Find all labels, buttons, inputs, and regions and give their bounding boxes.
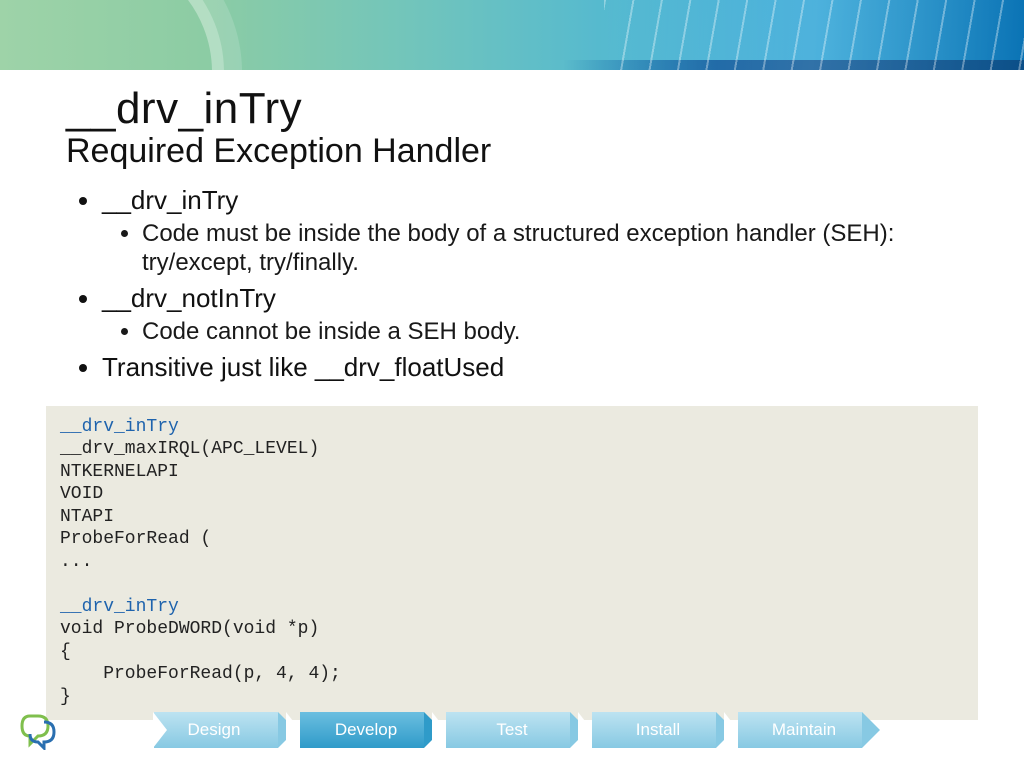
code-line: ProbeForRead ( (60, 529, 211, 549)
code-annotation-1: __drv_inTry (60, 417, 179, 437)
step-design: Design (154, 712, 278, 748)
code-line: VOID (60, 484, 103, 504)
code-line: { (60, 642, 71, 662)
code-block: __drv_inTry __drv_maxIRQL(APC_LEVEL) NTK… (46, 406, 978, 721)
code-line: ProbeForRead(p, 4, 4); (60, 664, 341, 684)
slide-content: __drv_inTry Required Exception Handler _… (0, 70, 1024, 720)
bullet-2a: Code cannot be inside a SEH body. (142, 318, 958, 346)
code-annotation-2: __drv_inTry (60, 597, 179, 617)
step-maintain: Maintain (738, 712, 862, 748)
step-develop: Develop (300, 712, 424, 748)
step-test: Test (446, 712, 570, 748)
bullet-2: __drv_notInTry (102, 283, 958, 314)
slide-subtitle: Required Exception Handler (66, 132, 958, 171)
code-line: } (60, 687, 71, 707)
logo-icon (18, 710, 58, 750)
bullet-list: __drv_inTry Code must be inside the body… (66, 185, 958, 384)
bullet-3: Transitive just like __drv_floatUsed (102, 352, 958, 383)
code-line: __drv_maxIRQL(APC_LEVEL) (60, 439, 319, 459)
bullet-1: __drv_inTry (102, 185, 958, 216)
bullet-1a: Code must be inside the body of a struct… (142, 220, 958, 277)
top-banner (0, 0, 1024, 70)
process-arrows: Design Develop Test Install Maintain (154, 712, 884, 748)
footer: Design Develop Test Install Maintain (0, 710, 1024, 750)
code-line: void ProbeDWORD(void *p) (60, 619, 319, 639)
slide-title: __drv_inTry (66, 84, 958, 134)
step-install: Install (592, 712, 716, 748)
code-line: ... (60, 552, 92, 572)
code-line: NTKERNELAPI (60, 462, 179, 482)
code-line: NTAPI (60, 507, 114, 527)
